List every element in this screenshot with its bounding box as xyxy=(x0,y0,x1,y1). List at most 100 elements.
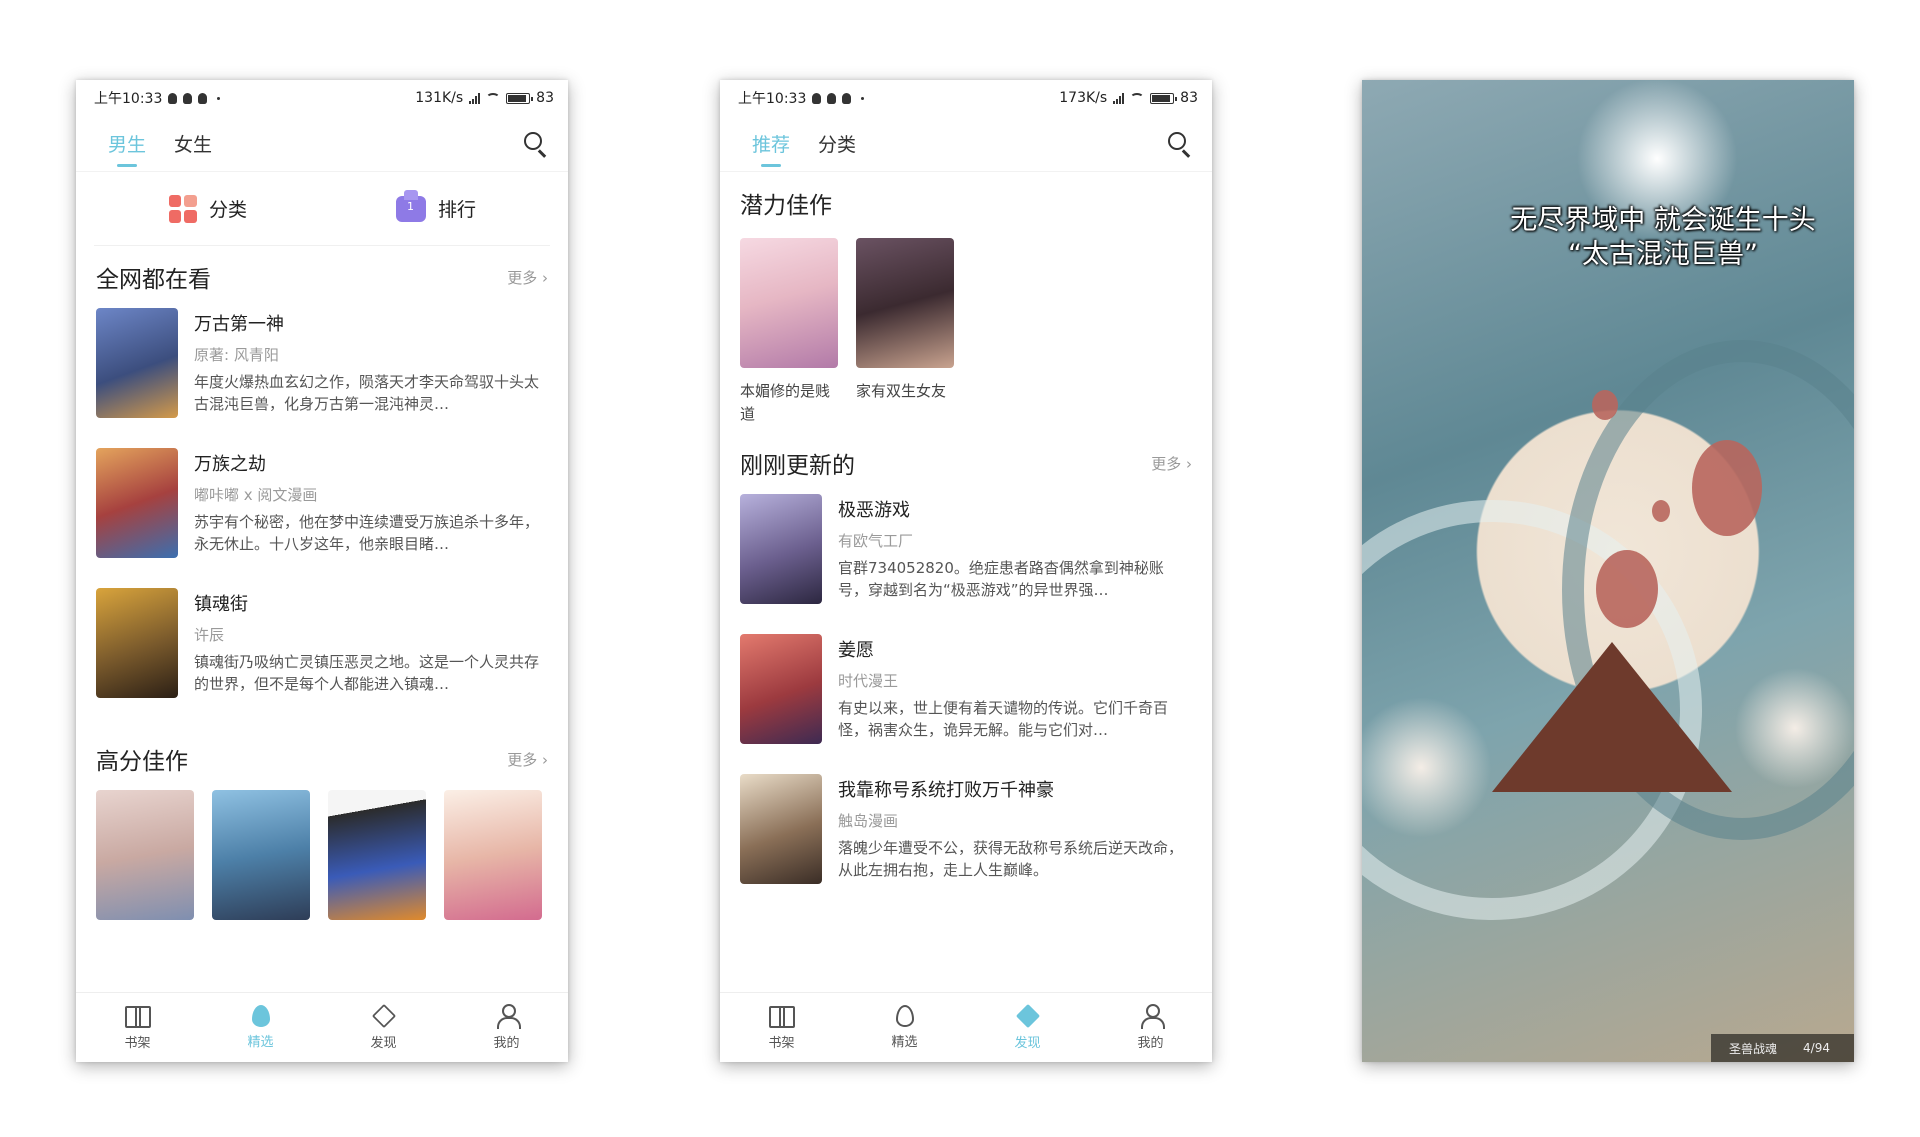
book-item[interactable]: 家有双生女友 xyxy=(856,238,954,426)
status-time: 上午10:33 xyxy=(738,91,807,107)
section-title: 刚刚更新的 xyxy=(740,453,855,479)
category-icon xyxy=(168,194,197,223)
section-title: 高分佳作 xyxy=(96,749,188,775)
book-cover[interactable] xyxy=(444,790,542,920)
book-item[interactable]: 本媚修的是贱道 xyxy=(740,238,838,426)
tab-recommended[interactable]: 推荐 xyxy=(752,124,790,167)
book-title: 姜愿 xyxy=(838,640,874,661)
caption-line-2: “太古混沌巨兽” xyxy=(1568,239,1758,270)
section-header: 全网都在看 更多 › xyxy=(76,246,568,308)
book-description: 落魄少年遭受不公，获得无敌称号系统后逆天改命，从此左拥右抱，走上人生巅峰。 xyxy=(838,839,1184,879)
moon-spot xyxy=(1652,500,1670,522)
more-notifications-icon xyxy=(861,96,865,100)
book-cover[interactable] xyxy=(96,790,194,920)
phone-screen-male-channel: 上午10:33 131K/s 83 男生 女生 分类 排行 全网都在看 xyxy=(76,80,568,1062)
book-cover xyxy=(740,634,822,744)
nav-label: 精选 xyxy=(247,1035,274,1050)
bottom-nav: 书架 精选 发现 我的 xyxy=(76,992,568,1062)
book-cover[interactable] xyxy=(328,790,426,920)
section-title: 潜力佳作 xyxy=(740,193,832,219)
book-icon xyxy=(768,1004,795,1028)
book-item[interactable]: 镇魂街 许辰 镇魂街乃吸纳亡灵镇压恶灵之地。这是一个人灵共存的世界，但不是每个人… xyxy=(76,588,568,698)
nav-label: 我的 xyxy=(1137,1036,1164,1051)
book-author: 触岛漫画 xyxy=(838,812,899,830)
more-notifications-icon xyxy=(217,96,221,100)
notification-icon xyxy=(827,92,837,104)
nav-discover[interactable]: 发现 xyxy=(966,993,1089,1062)
nav-label: 发现 xyxy=(1014,1036,1041,1051)
section-title: 全网都在看 xyxy=(96,267,211,293)
book-item[interactable]: 姜愿 时代漫王 有史以来，世上便有着天谴物的传说。它们千奇百怪，祸害众生，诡异无… xyxy=(720,634,1212,744)
nav-profile[interactable]: 我的 xyxy=(1089,993,1212,1062)
nav-profile[interactable]: 我的 xyxy=(445,993,568,1062)
nav-label: 发现 xyxy=(370,1036,397,1051)
cube-icon xyxy=(371,1003,396,1029)
status-bar: 上午10:33 173K/s 83 xyxy=(720,80,1212,116)
section-header: 潜力佳作 xyxy=(720,172,1212,234)
book-cover xyxy=(740,238,838,368)
book-item[interactable]: 万族之劫 嘟咔嘟 x 阅文漫画 苏宇有个秘密，他在梦中连续遭受万族追杀十多年，永… xyxy=(76,448,568,558)
book-icon xyxy=(124,1004,151,1028)
flame-icon xyxy=(895,1005,914,1027)
nav-featured[interactable]: 精选 xyxy=(843,993,966,1062)
book-title: 万族之劫 xyxy=(194,454,266,475)
book-title: 镇魂街 xyxy=(194,594,248,615)
book-cover xyxy=(96,448,178,558)
book-cover xyxy=(740,494,822,604)
caption-line-1: 无尽界域中 就会诞生十头 xyxy=(1510,205,1816,236)
potential-works-grid: 本媚修的是贱道 家有双生女友 xyxy=(720,234,1212,426)
wifi-icon xyxy=(486,93,501,103)
nav-label: 书架 xyxy=(124,1036,151,1051)
book-cover xyxy=(96,308,178,418)
ranking-icon xyxy=(395,189,426,222)
nav-label: 书架 xyxy=(768,1036,795,1051)
battery-icon xyxy=(506,92,534,104)
signal-icon xyxy=(1113,92,1125,104)
channel-tabs: 男生 女生 xyxy=(76,116,568,172)
tab-female[interactable]: 女生 xyxy=(174,124,212,163)
book-author: 原著: 风青阳 xyxy=(194,346,279,364)
comic-caption: 无尽界域中 就会诞生十头 “太古混沌巨兽” xyxy=(1362,204,1854,272)
more-link[interactable]: 更多 › xyxy=(507,267,548,288)
moon-spot xyxy=(1596,550,1658,628)
nav-bookshelf[interactable]: 书架 xyxy=(720,993,843,1062)
book-item[interactable]: 万古第一神 原著: 风青阳 年度火爆热血玄幻之作，陨落天才李天命驾驭十头太古混沌… xyxy=(76,308,568,418)
tab-category[interactable]: 分类 xyxy=(818,124,856,163)
user-icon xyxy=(496,1004,521,1029)
more-link[interactable]: 更多 › xyxy=(507,749,548,770)
ranking-label: 排行 xyxy=(437,199,476,221)
phone-screen-discover: 上午10:33 173K/s 83 推荐 分类 潜力佳作 本媚修的是贱道 家有双… xyxy=(720,80,1212,1062)
search-icon[interactable] xyxy=(522,130,550,158)
nav-discover[interactable]: 发现 xyxy=(322,993,445,1062)
tab-male[interactable]: 男生 xyxy=(108,124,146,167)
status-time: 上午10:33 xyxy=(94,91,163,107)
section-header: 刚刚更新的 更多 › xyxy=(720,432,1212,494)
network-speed: 173K/s xyxy=(1059,90,1108,106)
book-description: 镇魂街乃吸纳亡灵镇压恶灵之地。这是一个人灵共存的世界，但不是每个人都能进入镇魂… xyxy=(194,653,540,693)
nav-featured[interactable]: 精选 xyxy=(199,993,322,1062)
mountain-illustration xyxy=(1492,642,1732,792)
book-cover xyxy=(740,774,822,884)
book-cover[interactable] xyxy=(212,790,310,920)
book-item[interactable]: 极恶游戏 有欧气工厂 官群734052820。绝症患者路杳偶然拿到神秘账号，穿越… xyxy=(720,494,1212,604)
phone-screen-comic-reader[interactable]: 无尽界域中 就会诞生十头 “太古混沌巨兽” 圣兽战魂 4/94 xyxy=(1362,80,1854,1062)
battery-level: 83 xyxy=(1180,90,1198,106)
page-indicator: 4/94 xyxy=(1803,1041,1830,1055)
more-link[interactable]: 更多 › xyxy=(1151,453,1192,474)
book-cover xyxy=(96,588,178,698)
ranking-entry[interactable]: 排行 xyxy=(322,189,550,222)
discover-tabs: 推荐 分类 xyxy=(720,116,1212,172)
book-item[interactable]: 我靠称号系统打败万千神豪 触岛漫画 落魄少年遭受不公，获得无敌称号系统后逆天改命… xyxy=(720,774,1212,884)
signal-icon xyxy=(469,92,481,104)
category-entry[interactable]: 分类 xyxy=(94,194,322,223)
status-bar: 上午10:33 131K/s 83 xyxy=(76,80,568,116)
book-author: 时代漫王 xyxy=(838,672,899,690)
moon-spot xyxy=(1692,440,1762,536)
book-title: 万古第一神 xyxy=(194,314,284,335)
search-icon[interactable] xyxy=(1166,130,1194,158)
cube-icon xyxy=(1015,1003,1040,1029)
notification-icon xyxy=(812,92,822,104)
book-cover xyxy=(856,238,954,368)
nav-bookshelf[interactable]: 书架 xyxy=(76,993,199,1062)
book-description: 有史以来，世上便有着天谴物的传说。它们千奇百怪，祸害众生，诡异无解。能与它们对… xyxy=(838,699,1169,739)
